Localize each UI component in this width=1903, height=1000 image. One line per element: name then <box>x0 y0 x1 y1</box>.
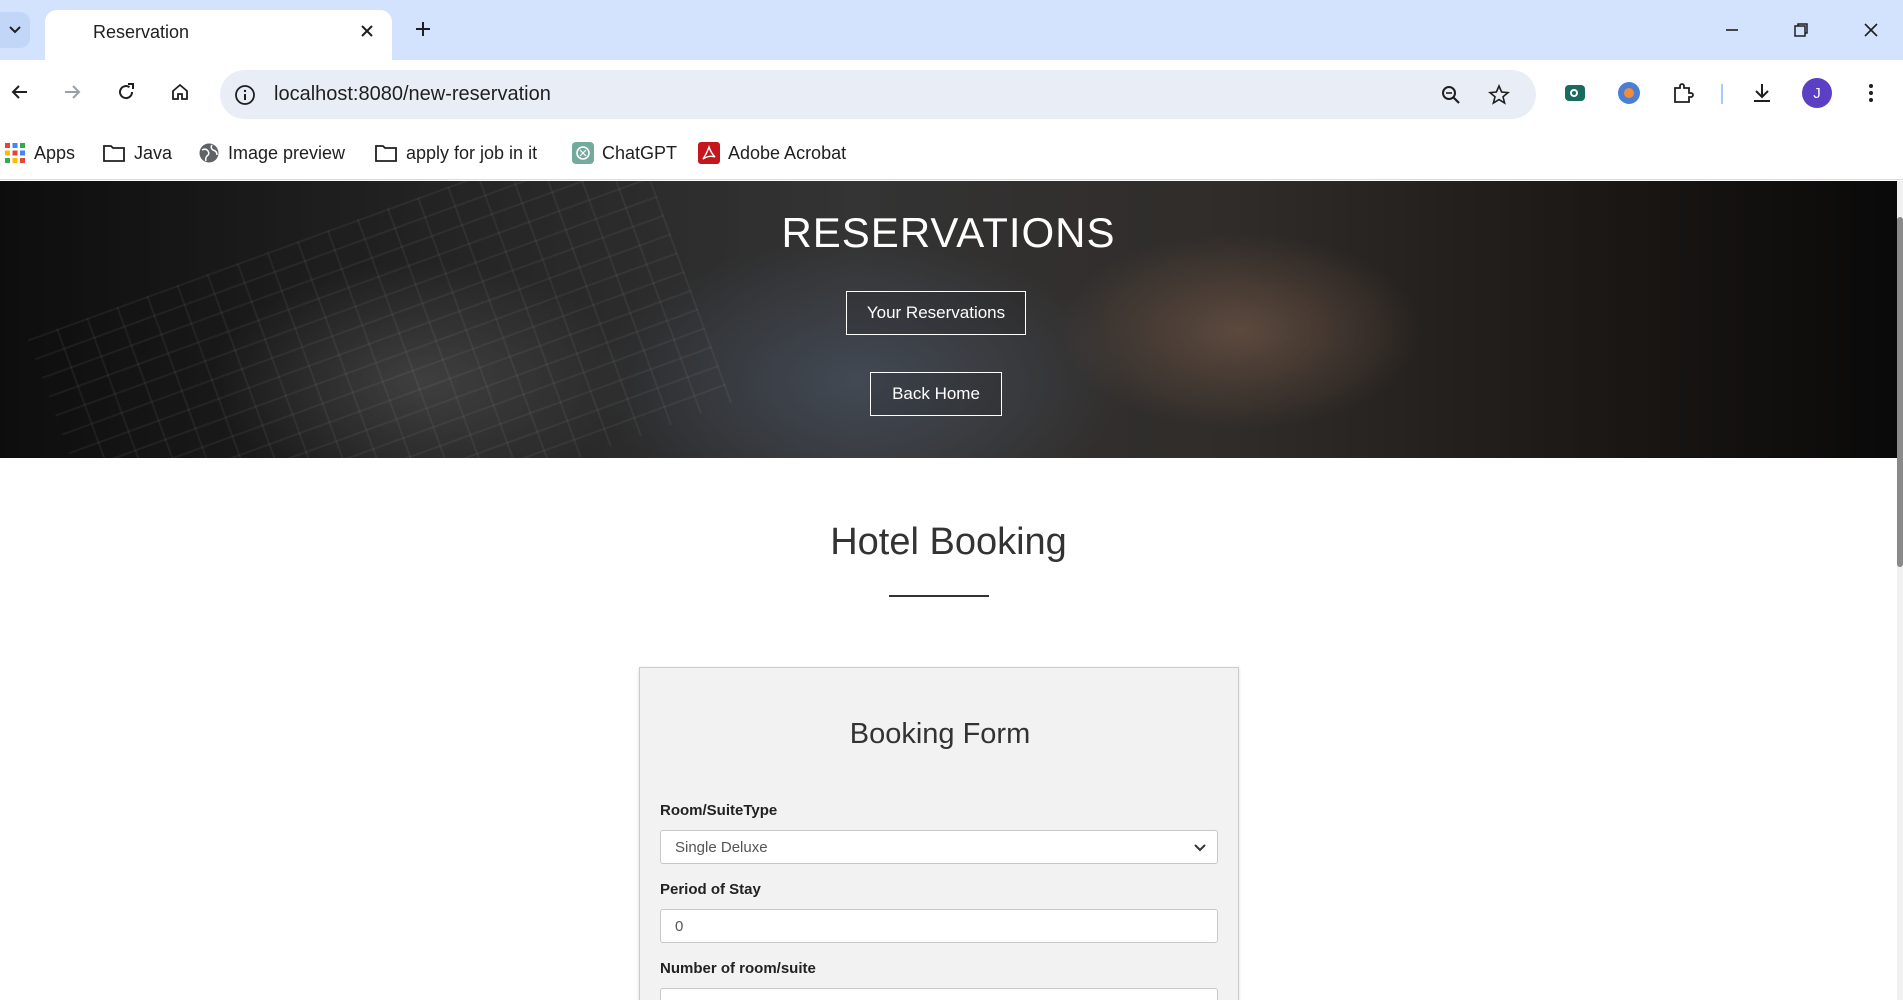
period-of-stay-input[interactable]: 0 <box>660 909 1218 943</box>
restore-icon <box>1794 23 1808 37</box>
close-icon <box>1864 23 1878 37</box>
bookmark-label: apply for job in it <box>406 142 538 163</box>
folder-icon <box>375 145 397 162</box>
reload-icon <box>119 83 134 100</box>
bookmark-star-icon[interactable] <box>1484 80 1514 110</box>
section-title: Hotel Booking <box>830 521 1067 563</box>
folder-icon <box>103 145 125 162</box>
hero-banner: RESERVATIONS Your Reservations Back Home <box>0 181 1897 458</box>
browser-menu-icon[interactable] <box>1854 76 1888 110</box>
profile-initial: J <box>1802 78 1832 108</box>
period-of-stay-label: Period of Stay <box>660 881 761 898</box>
bookmark-label: ChatGPT <box>602 142 678 163</box>
chatgpt-icon <box>572 142 594 164</box>
bookmark-adobe-acrobat[interactable]: Adobe Acrobat <box>698 138 846 168</box>
globe-icon <box>199 143 219 163</box>
bookmark-label: Java <box>134 142 173 163</box>
tab-search-button[interactable] <box>0 12 30 48</box>
profile-avatar[interactable]: J <box>1800 76 1834 110</box>
chevron-down-icon <box>1191 839 1209 857</box>
home-button[interactable] <box>162 74 198 110</box>
page-scrollbar[interactable] <box>1897 181 1903 1000</box>
bookmark-java[interactable]: Java <box>102 138 172 168</box>
room-type-label: Room/SuiteType <box>660 802 778 819</box>
browser-toolbar: localhost:8080/new-reservation J <box>0 60 1903 128</box>
zoom-icon[interactable] <box>1436 80 1466 110</box>
booking-form-title: Booking Form <box>849 718 1031 750</box>
home-icon <box>172 83 188 100</box>
arrow-left-icon <box>11 85 27 99</box>
forward-button[interactable] <box>54 74 90 110</box>
arrow-right-icon <box>65 85 81 99</box>
browser-tab-bar: Reservation <box>0 0 1903 60</box>
number-of-rooms-label: Number of room/suite <box>660 960 816 977</box>
address-bar[interactable]: localhost:8080/new-reservation <box>220 70 1536 119</box>
tab-reservation[interactable]: Reservation <box>45 10 392 60</box>
acrobat-icon <box>698 142 720 164</box>
page-viewport: RESERVATIONS Your Reservations Back Home… <box>0 181 1903 1000</box>
extension-orb-icon[interactable] <box>1612 76 1646 110</box>
period-of-stay-value: 0 <box>675 917 684 935</box>
section-divider <box>889 595 989 597</box>
chevron-down-icon <box>9 26 21 34</box>
back-button[interactable] <box>2 74 38 110</box>
bookmark-chatgpt[interactable]: ChatGPT <box>572 138 677 168</box>
hero-title: RESERVATIONS <box>781 209 1116 256</box>
back-home-button[interactable]: Back Home <box>870 372 1002 416</box>
your-reservations-button[interactable]: Your Reservations <box>846 291 1026 335</box>
restore-button[interactable] <box>1781 12 1821 48</box>
scrollbar-thumb[interactable] <box>1897 217 1903 567</box>
reload-button[interactable] <box>108 74 144 110</box>
apps-grid-icon <box>5 143 25 163</box>
booking-form-card: Booking Form Room/SuiteType Single Delux… <box>639 667 1239 1000</box>
bookmark-apply-for-job[interactable]: apply for job in it <box>374 138 537 168</box>
minimize-icon <box>1726 29 1738 31</box>
close-icon <box>361 25 373 37</box>
bookmarks-bar: Apps Java Image preview apply for job in… <box>0 128 1903 180</box>
bookmark-image-preview[interactable]: Image preview <box>198 138 345 168</box>
bookmark-apps[interactable]: Apps <box>4 138 75 168</box>
room-type-select[interactable]: Single Deluxe <box>660 830 1218 864</box>
tab-title: Reservation <box>93 22 190 42</box>
tab-close-button[interactable] <box>356 20 378 42</box>
new-tab-button[interactable] <box>408 14 438 44</box>
toolbar-divider <box>1721 84 1723 104</box>
close-window-button[interactable] <box>1851 12 1891 48</box>
bookmark-label: Adobe Acrobat <box>728 142 847 163</box>
plus-icon <box>416 22 430 36</box>
site-info-icon[interactable] <box>230 80 260 110</box>
screen-recorder-extension-icon[interactable] <box>1558 76 1592 110</box>
bookmark-label: Apps <box>34 142 76 163</box>
extensions-puzzle-icon[interactable] <box>1666 76 1700 110</box>
number-of-rooms-input[interactable] <box>660 988 1218 1000</box>
room-type-value: Single Deluxe <box>675 838 768 856</box>
bookmark-label: Image preview <box>228 142 346 163</box>
url-text[interactable]: localhost:8080/new-reservation <box>274 83 551 106</box>
downloads-icon[interactable] <box>1745 76 1779 110</box>
minimize-button[interactable] <box>1712 12 1752 48</box>
